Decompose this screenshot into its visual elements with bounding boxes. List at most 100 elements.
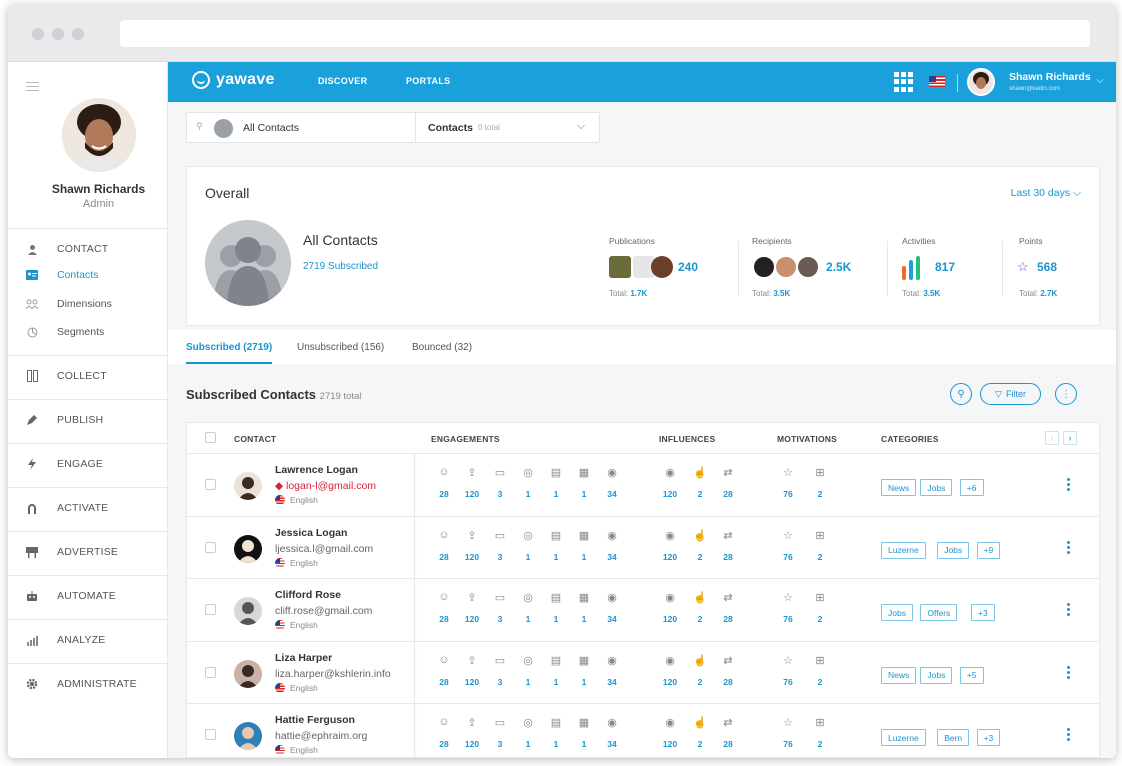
sidebar-item-contacts[interactable]: Contacts — [8, 265, 168, 285]
contact-avatar[interactable] — [234, 597, 262, 625]
search-button[interactable]: ⚲ — [950, 383, 972, 405]
row-checkbox[interactable] — [205, 604, 216, 615]
tab-unsubscribed[interactable]: Unsubscribed (156) — [297, 342, 384, 353]
column-header-engagements[interactable]: ENGAGEMENTS — [431, 434, 500, 444]
star-icon: ☆ — [783, 654, 793, 667]
category-tag[interactable]: Luzerne — [881, 729, 926, 746]
sidebar-item-contact[interactable]: CONTACT — [8, 239, 168, 259]
publications-total: Total: 1.7K — [609, 289, 648, 298]
table-row[interactable]: Jessica Logan ljessica.l@gmail.com English… — [187, 515, 1099, 579]
period-dropdown[interactable]: Last 30 days ⌵ — [1011, 187, 1081, 200]
row-menu-icon[interactable] — [1067, 603, 1071, 618]
category-tag[interactable]: +3 — [976, 729, 1001, 746]
sidebar-item-analyze[interactable]: ANALYZE — [8, 630, 168, 650]
sidebar-item-administrate[interactable]: ADMINISTRATE — [8, 674, 168, 694]
engagement-value: 120 — [464, 489, 480, 499]
contact-name[interactable]: Lawrence Logan — [275, 464, 358, 476]
sidebar-item-dimensions[interactable]: Dimensions — [8, 294, 168, 314]
sidebar-item-engage[interactable]: ENGAGE — [8, 454, 168, 474]
category-tag[interactable]: +5 — [959, 666, 984, 684]
contacts-dropdown-label[interactable]: Contacts — [428, 122, 473, 134]
sidebar-item-publish[interactable]: PUBLISH — [8, 410, 168, 430]
sidebar-item-activate[interactable]: ACTIVATE — [8, 498, 168, 518]
us-flag-icon[interactable] — [929, 76, 945, 87]
table-row[interactable]: Lawrence Logan ◆ logan-l@gmail.com English… — [187, 453, 1099, 516]
contact-avatar[interactable] — [234, 472, 262, 500]
search-input[interactable]: All Contacts — [243, 122, 299, 134]
window-maximize-dot[interactable] — [72, 28, 84, 40]
chevron-down-icon[interactable]: ⌵ — [577, 120, 585, 133]
contact-avatar[interactable] — [234, 659, 262, 688]
browser-window: Shawn Richards Admin CONTACT Contacts Di… — [8, 4, 1116, 758]
select-all-checkbox[interactable] — [205, 432, 216, 443]
category-tag[interactable]: Offers — [920, 604, 958, 621]
contact-name[interactable]: Jessica Logan — [275, 527, 347, 539]
sidebar-item-label: ACTIVATE — [57, 502, 109, 514]
contact-language: English — [275, 620, 318, 630]
sidebar-item-segments[interactable]: Segments — [8, 322, 168, 342]
click-hand-icon: ☝ — [693, 592, 707, 604]
engagement-value: 1 — [581, 614, 587, 624]
contact-name[interactable]: Liza Harper — [275, 652, 332, 664]
header-user-avatar[interactable] — [967, 68, 995, 96]
hamburger-menu-icon[interactable] — [26, 82, 39, 94]
tab-bounced[interactable]: Bounced (32) — [412, 342, 472, 353]
nav-portals-link[interactable]: PORTALS — [406, 76, 450, 86]
window-minimize-dot[interactable] — [52, 28, 64, 40]
contact-name[interactable]: Hattie Ferguson — [275, 714, 355, 726]
contact-name[interactable]: Clifford Rose — [275, 589, 341, 601]
sidebar-item-collect[interactable]: COLLECT — [8, 366, 168, 386]
column-header-influences[interactable]: INFLUENCES — [659, 434, 715, 444]
column-header-motivations[interactable]: MOTIVATIONS — [777, 434, 837, 444]
sidebar-item-automate[interactable]: AUTOMATE — [8, 586, 168, 606]
row-checkbox[interactable] — [205, 729, 216, 740]
engagement-value: 28 — [439, 489, 449, 499]
category-tag[interactable]: Luzerne — [881, 541, 926, 559]
category-tag[interactable]: Jobs — [937, 541, 970, 559]
category-tag[interactable]: News — [881, 666, 917, 684]
star-icon: ☆ — [783, 529, 793, 542]
category-tag[interactable]: +9 — [976, 541, 1001, 559]
scroll-left-icon[interactable]: ‹ — [1045, 431, 1059, 445]
contact-avatar[interactable] — [234, 722, 262, 750]
address-bar[interactable] — [120, 20, 1090, 47]
window-close-dot[interactable] — [32, 28, 44, 40]
column-header-contact[interactable]: CONTACT — [234, 434, 276, 444]
filter-button[interactable]: ▽ Filter — [980, 383, 1041, 405]
row-checkbox[interactable] — [205, 541, 216, 553]
row-menu-icon[interactable] — [1067, 728, 1071, 743]
table-row[interactable]: Hattie Ferguson hattie@ephraim.org English… — [187, 703, 1099, 758]
recipient-avatar — [774, 255, 798, 279]
contact-avatar[interactable] — [234, 534, 262, 563]
header-user-name[interactable]: Shawn Richards — [1009, 71, 1091, 83]
category-tag[interactable]: +6 — [959, 479, 984, 496]
column-header-categories[interactable]: CATEGORIES — [881, 434, 939, 444]
row-menu-icon[interactable] — [1067, 540, 1071, 556]
contacts-card-icon — [26, 269, 38, 281]
category-tag[interactable]: Jobs — [920, 479, 953, 496]
apps-grid-icon[interactable] — [894, 72, 914, 92]
yawave-logo[interactable]: yawave — [192, 71, 275, 89]
chevron-down-icon[interactable]: ⌵ — [1096, 75, 1104, 86]
tab-subscribed[interactable]: Subscribed (2719) — [186, 342, 272, 353]
subscribed-count-link[interactable]: 2719 Subscribed — [303, 261, 378, 272]
table-row[interactable]: Liza Harper liza.harper@kshlerin.info Engl… — [187, 640, 1099, 704]
row-menu-icon[interactable] — [1067, 478, 1071, 493]
user-avatar — [62, 98, 136, 172]
category-tag[interactable]: Bern — [937, 729, 970, 746]
row-checkbox[interactable] — [205, 479, 216, 490]
row-checkbox[interactable] — [205, 666, 216, 678]
row-menu-icon[interactable] — [1067, 665, 1071, 681]
more-options-button[interactable]: ⋮ — [1055, 383, 1077, 405]
nav-discover-link[interactable]: DISCOVER — [318, 76, 367, 86]
table-row[interactable]: Clifford Rose cliff.rose@gmail.com English… — [187, 578, 1099, 641]
category-tag[interactable]: News — [881, 479, 917, 496]
scroll-right-icon[interactable]: › — [1063, 431, 1077, 445]
motivation-value: 2 — [817, 489, 823, 499]
category-tag[interactable]: Jobs — [920, 666, 953, 684]
sidebar-item-advertise[interactable]: ADVERTISE — [8, 542, 168, 562]
influence-value: 2 — [697, 551, 703, 562]
category-tag[interactable]: +3 — [971, 604, 995, 621]
category-tag[interactable]: Jobs — [881, 604, 913, 621]
motivation-value: 2 — [817, 676, 823, 687]
